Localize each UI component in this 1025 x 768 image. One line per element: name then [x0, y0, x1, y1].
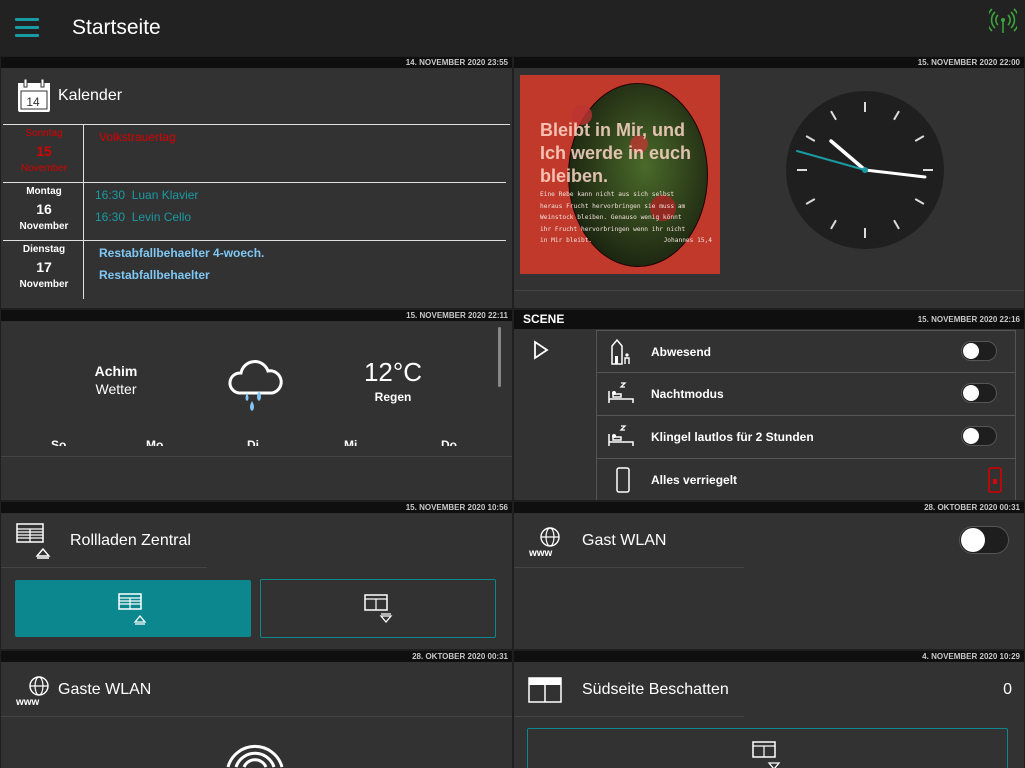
scene-item[interactable]: Alles verriegelt	[596, 459, 1016, 500]
scene-item-label: Nachtmodus	[651, 387, 724, 401]
svg-text:www: www	[528, 548, 553, 558]
verse-line: heraus Frucht hervorbringen sie muss am	[540, 202, 686, 210]
month: November	[19, 279, 69, 290]
window-shade-icon	[528, 677, 562, 703]
weather-location-sub: Wetter	[95, 381, 137, 397]
guest-wlan-title: Gast WLAN	[582, 532, 667, 549]
timestamp: 15. NOVEMBER 2020 22:11	[1, 310, 512, 321]
shutter-down-icon	[364, 594, 393, 624]
weather-location: Achim	[94, 363, 138, 379]
calendar-event: Restabfallbehaelter 4-woech.	[99, 246, 265, 260]
verse-line: Weinstock bleiben. Genauso wenig könnt	[540, 214, 682, 221]
toggle-switch[interactable]	[959, 526, 1009, 554]
verse-reference: Johannes 15,4	[663, 237, 712, 244]
scrollbar[interactable]	[498, 327, 501, 387]
phone-status-icon[interactable]	[987, 466, 1003, 494]
shutter-tile: 15. NOVEMBER 2020 10:56 Rollladen Zentra…	[1, 502, 512, 649]
timestamp: 15. NOVEMBER 2020 22:16	[514, 310, 1024, 329]
timestamp: 4. NOVEMBER 2020 10:29	[514, 651, 1024, 662]
south-shade-tile: 4. NOVEMBER 2020 10:29 Südseite Beschatt…	[514, 651, 1024, 768]
shutter-down-icon	[752, 741, 781, 768]
weekday: Dienstag	[22, 244, 66, 255]
south-shade-title: Südseite Beschatten	[582, 681, 729, 698]
calendar-event: Restabfallbehaelter	[99, 268, 210, 282]
scene-item-label: Alles verriegelt	[651, 473, 738, 487]
toggle-switch[interactable]	[961, 426, 997, 446]
timestamp: 28. OKTOBER 2020 00:31	[514, 502, 1024, 513]
weather-temperature: 12°C	[363, 357, 423, 387]
calendar-title: Kalender	[58, 87, 123, 104]
forecast-day: Do	[441, 438, 457, 446]
wifi-broadcast-icon[interactable]	[222, 739, 288, 768]
scene-item[interactable]: Klingel lautlos für 2 Stunden	[596, 416, 1016, 459]
www-globe-icon: www	[15, 676, 49, 707]
scene-item[interactable]: Nachtmodus	[596, 373, 1016, 416]
scene-item-label: Klingel lautlos für 2 Stunden	[651, 430, 814, 444]
scene-item[interactable]: Abwesend	[596, 330, 1016, 373]
timestamp: 15. NOVEMBER 2020 10:56	[1, 502, 512, 513]
toggle-switch[interactable]	[961, 383, 997, 403]
weekday: Montag	[26, 186, 62, 197]
photo-clock-tile: 15. NOVEMBER 2020 22:00 Bleibt in Mir, u…	[514, 57, 1024, 308]
toggle-switch[interactable]	[961, 341, 997, 361]
shutter-up-icon	[118, 593, 147, 625]
scene-tile: 15. NOVEMBER 2020 22:16 SCENE Abwesend N…	[514, 310, 1024, 500]
sleep-icon	[608, 382, 634, 403]
guest-wlan2-title: Gaste WLAN	[58, 681, 152, 698]
verse-line: Eine Rebe kann nicht aus sich selbst	[540, 191, 675, 198]
antenna-signal-icon[interactable]	[989, 8, 1017, 34]
calendar-tile: 14. NOVEMBER 2020 23:55 14 Kalender Sonn…	[1, 57, 512, 308]
verse-line: in Mir bleibt.	[540, 237, 593, 244]
sleep-icon	[608, 425, 634, 446]
forecast-day: Di	[247, 438, 259, 446]
calendar-icon: 14	[18, 78, 50, 112]
svg-text:14: 14	[26, 95, 40, 109]
day-number: 17	[36, 259, 52, 275]
weather-tile: 15. NOVEMBER 2020 22:11 Achim Wetter 12°…	[1, 310, 512, 500]
forecast-day: Mo	[146, 438, 164, 446]
scene-item-label: Abwesend	[651, 345, 712, 359]
timestamp: 15. NOVEMBER 2020 22:00	[514, 57, 1024, 68]
shutter-up-button[interactable]	[15, 580, 251, 637]
month: November	[19, 221, 69, 232]
weather-condition: Regen	[374, 390, 412, 404]
calendar-event: 16:30 Levin Cello	[95, 210, 192, 224]
calendar-event: 16:30 Luan Klavier	[95, 188, 199, 202]
timestamp: 14. NOVEMBER 2020 23:55	[1, 57, 512, 68]
forecast-day: So	[51, 438, 67, 446]
verse-title: Bleibt in Mir, und Ich werde in euch ble…	[540, 120, 692, 186]
month: November	[20, 163, 68, 174]
house-person-icon	[611, 338, 630, 365]
shade-button[interactable]	[527, 728, 1008, 768]
page-title: Startseite	[72, 16, 161, 39]
www-globe-icon: www	[528, 527, 560, 558]
calendar-event: Volkstrauertag	[99, 130, 176, 144]
verse-image[interactable]: Bleibt in Mir, und Ich werde in euch ble…	[520, 75, 720, 274]
analog-clock	[786, 91, 944, 249]
calendar-day[interactable]: Montag 16 November 16:30 Luan Klavier 16…	[3, 186, 506, 240]
forecast-row: So Mo Di Mi Do	[1, 438, 501, 446]
guest-wlan-tile: 28. OKTOBER 2020 00:31 www Gast WLAN	[514, 502, 1024, 649]
rain-cloud-icon	[228, 360, 283, 411]
scene-title: SCENE	[523, 312, 565, 326]
top-bar: Startseite	[0, 0, 1025, 56]
hamburger-menu-icon[interactable]	[15, 18, 39, 38]
calendar-day[interactable]: Dienstag 17 November Restabfallbehaelter…	[3, 244, 506, 298]
day-number: 16	[36, 201, 52, 217]
svg-text:www: www	[15, 697, 40, 707]
guest-wlan2-tile: 28. OKTOBER 2020 00:31 www Gaste WLAN	[1, 651, 512, 768]
phone-icon	[616, 467, 630, 493]
calendar-day[interactable]: Sonntag 15 November Volkstrauertag	[3, 128, 506, 182]
play-icon[interactable]	[533, 340, 549, 360]
shutter-down-button[interactable]	[260, 579, 496, 638]
timestamp: 28. OKTOBER 2020 00:31	[1, 651, 512, 662]
forecast-day: Mi	[344, 438, 358, 446]
south-shade-value: 0	[1003, 681, 1012, 698]
shutter-title: Rollladen Zentral	[70, 532, 191, 549]
shutter-up-icon	[16, 523, 51, 559]
verse-line: ihr Frucht hervorbringen wenn ihr nicht	[540, 225, 686, 233]
weekday: Sonntag	[25, 128, 63, 139]
day-number: 15	[36, 143, 52, 159]
